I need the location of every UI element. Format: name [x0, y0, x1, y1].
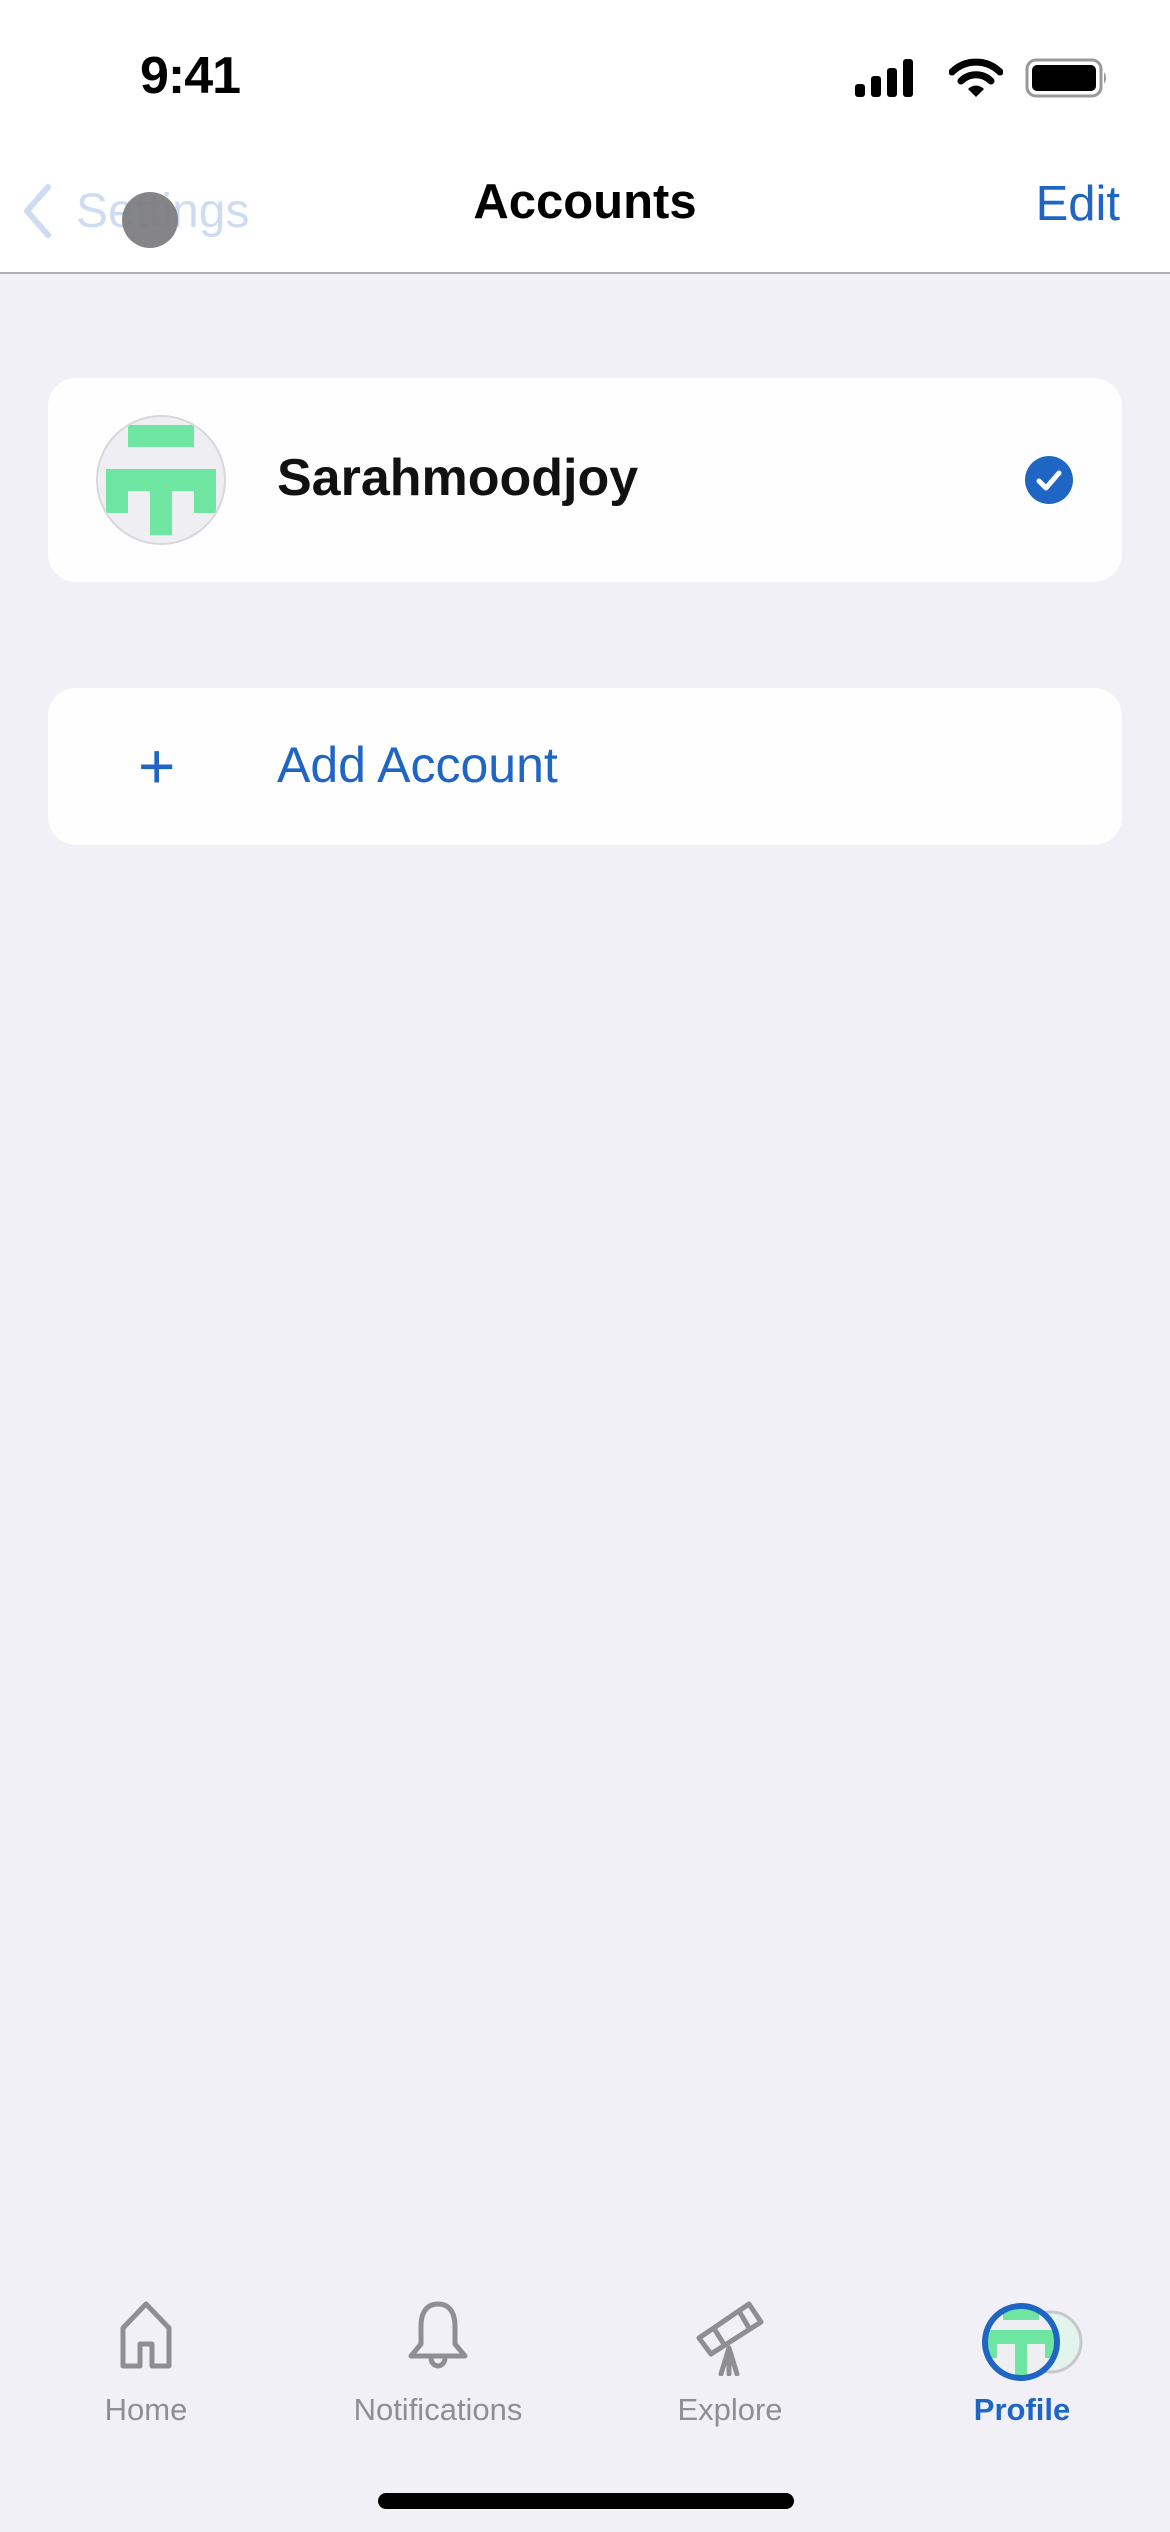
- account-row[interactable]: Sarahmoodjoy: [48, 378, 1122, 582]
- tab-home-label: Home: [104, 2392, 188, 2427]
- battery-icon: [1025, 58, 1106, 98]
- tab-bar: Home Notifications Explore Profile: [0, 2290, 1170, 2430]
- profile-avatar-icon: [982, 2303, 1083, 2381]
- house-icon: [120, 2301, 172, 2369]
- tab-notifications[interactable]: Notifications: [292, 2290, 584, 2430]
- bell-icon: [408, 2301, 468, 2369]
- edit-button[interactable]: Edit: [1036, 176, 1120, 232]
- account-name: Sarahmoodjoy: [277, 449, 639, 507]
- tab-profile-label: Profile: [973, 2392, 1071, 2427]
- wifi-icon: [949, 58, 1003, 97]
- home-indicator[interactable]: [378, 2493, 794, 2509]
- avatar: [96, 415, 226, 545]
- identicon-icon: [106, 425, 216, 535]
- add-account-button[interactable]: + Add Account: [48, 688, 1122, 845]
- status-time: 9:41: [140, 47, 241, 105]
- tab-notifications-label: Notifications: [353, 2392, 523, 2427]
- touch-indicator: [122, 192, 178, 248]
- add-account-label: Add Account: [277, 737, 558, 793]
- tab-profile[interactable]: Profile: [876, 2290, 1168, 2430]
- plus-icon: +: [138, 730, 176, 802]
- tab-explore-label: Explore: [677, 2392, 783, 2427]
- checkmark-circle-icon: [1025, 456, 1073, 504]
- telescope-icon: [696, 2301, 764, 2376]
- tab-home[interactable]: Home: [0, 2290, 292, 2430]
- cellular-signal-icon: [855, 59, 913, 97]
- tab-explore[interactable]: Explore: [584, 2290, 876, 2430]
- status-bar: 9:41: [0, 0, 1170, 150]
